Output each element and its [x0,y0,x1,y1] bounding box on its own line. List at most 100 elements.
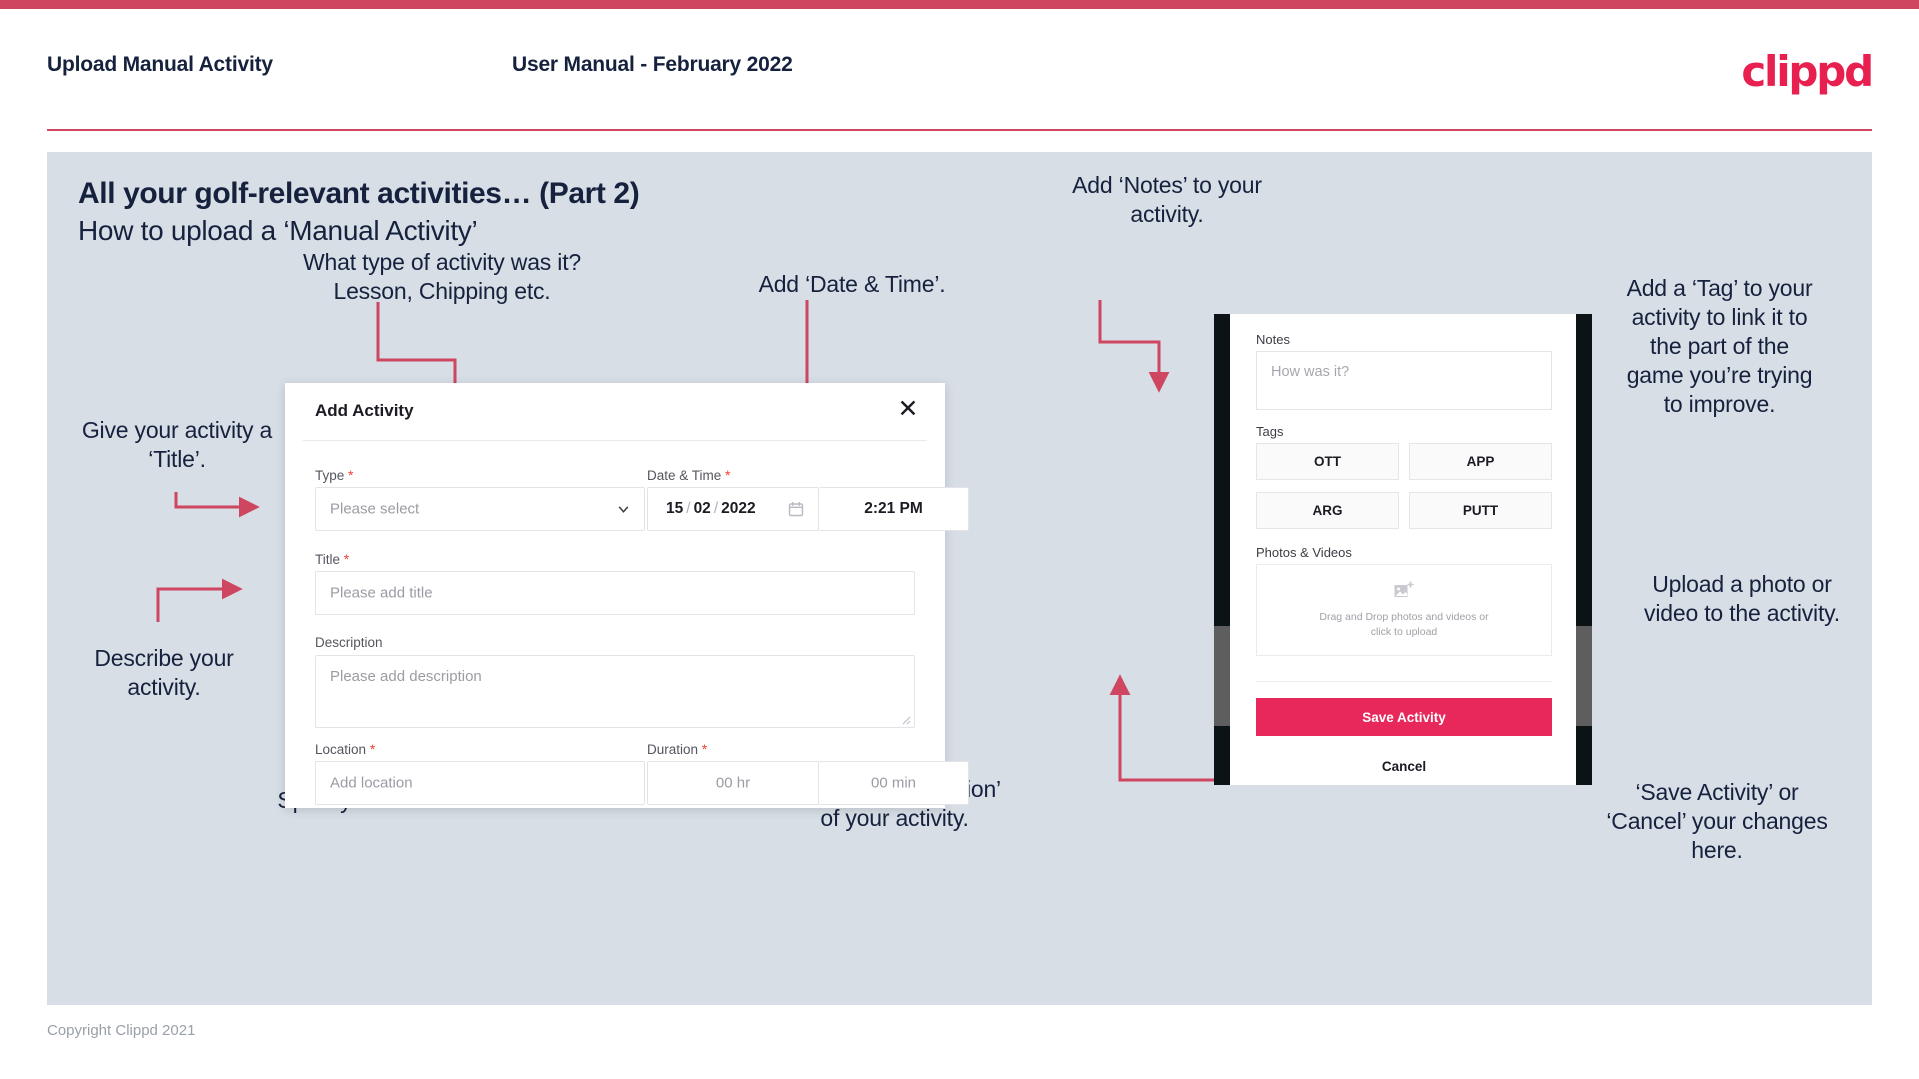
annotation-tag-line1: Add a ‘Tag’ to your [1626,275,1813,301]
annotation-upload-line2: video to the activity. [1644,600,1840,626]
title-label-text: Title [315,552,341,567]
annotation-describe-line2: activity. [127,674,201,700]
annotation-tag-line3: the part of the [1650,333,1789,359]
annotation-title-line1: Give your activity a [81,417,273,443]
phone-scrollbar-right[interactable] [1576,626,1592,726]
duration-minutes-input[interactable]: 00 min [819,761,969,805]
tag-arg[interactable]: ARG [1256,492,1399,529]
annotation-save-cancel: ‘Save Activity’ or ‘Cancel’ your changes… [1577,778,1857,865]
duration-label-text: Duration [647,742,699,757]
notes-placeholder: How was it? [1271,364,1350,380]
annotation-notes: Add ‘Notes’ to your activity. [1047,171,1287,229]
description-textarea[interactable]: Please add description [315,655,915,728]
date-sep-1: / [686,500,691,517]
tags-label: Tags [1256,424,1284,439]
datetime-label-text: Date & Time [647,468,722,483]
type-label: Type * [315,467,354,483]
drop-text-line1: Drag and Drop photos and videos or [1319,610,1489,623]
duration-label: Duration * [647,741,707,757]
annotation-save-line3: here. [1691,837,1743,863]
header-title: Upload Manual Activity [47,53,273,76]
duration-minutes-placeholder: 00 min [870,774,917,792]
phone-frame-right [1576,314,1592,785]
phone-screen: Notes How was it? Tags OTT APP ARG PUTT … [1230,314,1576,785]
location-placeholder: Add location [330,774,413,792]
description-label: Description [315,635,383,650]
annotation-title: Give your activity a ‘Title’. [53,416,301,474]
title-required-marker: * [343,551,350,567]
annotation-save-line1: ‘Save Activity’ or [1635,779,1799,805]
type-select[interactable]: Please select [315,487,645,531]
duration-hours-placeholder: 00 hr [715,774,751,792]
phone-divider [1256,681,1552,682]
datetime-required-marker: * [725,467,731,483]
annotation-upload: Upload a photo or video to the activity. [1627,570,1857,628]
tag-ott[interactable]: OTT [1256,443,1399,480]
dialog-header: Add Activity ✕ [285,383,945,438]
drop-zone-text: Drag and Drop photos and videos or click… [1319,610,1488,640]
annotation-tag-line2: activity to link it to [1631,304,1808,330]
header-divider [47,129,1872,131]
duration-required-marker: * [701,741,708,757]
notes-textarea[interactable]: How was it? [1256,351,1552,410]
location-input[interactable]: Add location [315,761,645,805]
calendar-icon[interactable] [788,501,804,517]
tag-app[interactable]: APP [1409,443,1552,480]
location-required-marker: * [369,741,376,757]
footer-copyright: Copyright Clippd 2021 [47,1022,196,1039]
annotation-datetime: Add ‘Date & Time’. [758,271,946,297]
header-subtitle: User Manual - February 2022 [512,53,793,76]
slide-title: All your golf-relevant activities… (Part… [78,177,640,210]
annotation-describe: Describe your activity. [58,644,270,702]
drop-text-line2: click to upload [1370,625,1438,638]
slide-subtitle: How to upload a ‘Manual Activity’ [78,215,478,246]
annotation-notes-line2: activity. [1130,201,1204,227]
type-label-text: Type [315,468,345,483]
duration-hours-input[interactable]: 00 hr [647,761,819,805]
location-label: Location * [315,741,375,757]
description-placeholder: Please add description [330,668,482,685]
annotation-save-line2: ‘Cancel’ your changes [1606,808,1828,834]
annotation-describe-line1: Describe your [94,645,234,671]
clippd-logo: clippd [1741,47,1874,96]
phone-frame-left [1214,314,1230,785]
tag-putt[interactable]: PUTT [1409,492,1552,529]
annotation-tag-line5: to improve. [1663,391,1776,417]
date-input[interactable]: 15/02/2022 [647,487,819,531]
description-label-text: Description [315,635,383,650]
add-image-icon [1394,580,1414,597]
annotation-upload-line1: Upload a photo or [1652,571,1832,597]
phone-mockup: Notes How was it? Tags OTT APP ARG PUTT … [1214,314,1592,785]
phone-scrollbar-left[interactable] [1214,626,1230,726]
type-placeholder: Please select [330,500,420,518]
annotation-type-line1: What type of activity was it? [303,249,581,275]
add-activity-dialog: Add Activity ✕ Type * Please select Date… [285,383,969,808]
datetime-label: Date & Time * [647,467,731,483]
date-day: 15 [666,500,684,517]
type-required-marker: * [348,467,354,483]
chevron-down-icon [618,506,629,513]
title-input[interactable]: Please add title [315,571,915,615]
top-accent-bar [0,0,1919,9]
location-label-text: Location [315,742,367,757]
notes-label: Notes [1256,332,1290,347]
annotation-notes-line1: Add ‘Notes’ to your [1072,172,1262,198]
annotation-title-line2: ‘Title’. [148,446,206,472]
title-placeholder: Please add title [330,584,433,602]
close-icon[interactable]: ✕ [893,395,923,425]
dialog-title: Add Activity [315,401,414,420]
cancel-button[interactable]: Cancel [1256,759,1552,774]
time-input[interactable]: 2:21 PM [819,487,969,531]
slide-canvas: All your golf-relevant activities… (Part… [47,152,1872,1005]
date-sep-2: / [713,500,719,517]
annotation-tag: Add a ‘Tag’ to your activity to link it … [1607,274,1832,419]
date-year: 2022 [721,500,756,517]
resize-handle-icon[interactable] [901,715,911,725]
photos-label: Photos & Videos [1256,545,1352,560]
annotation-type: What type of activity was it? Lesson, Ch… [292,248,592,306]
time-value: 2:21 PM [864,500,923,517]
page-header: Upload Manual Activity User Manual - Feb… [0,9,1919,131]
save-activity-button[interactable]: Save Activity [1256,698,1552,736]
annotation-duration-line2: of your activity. [820,805,969,831]
photo-drop-zone[interactable]: Drag and Drop photos and videos or click… [1256,564,1552,656]
